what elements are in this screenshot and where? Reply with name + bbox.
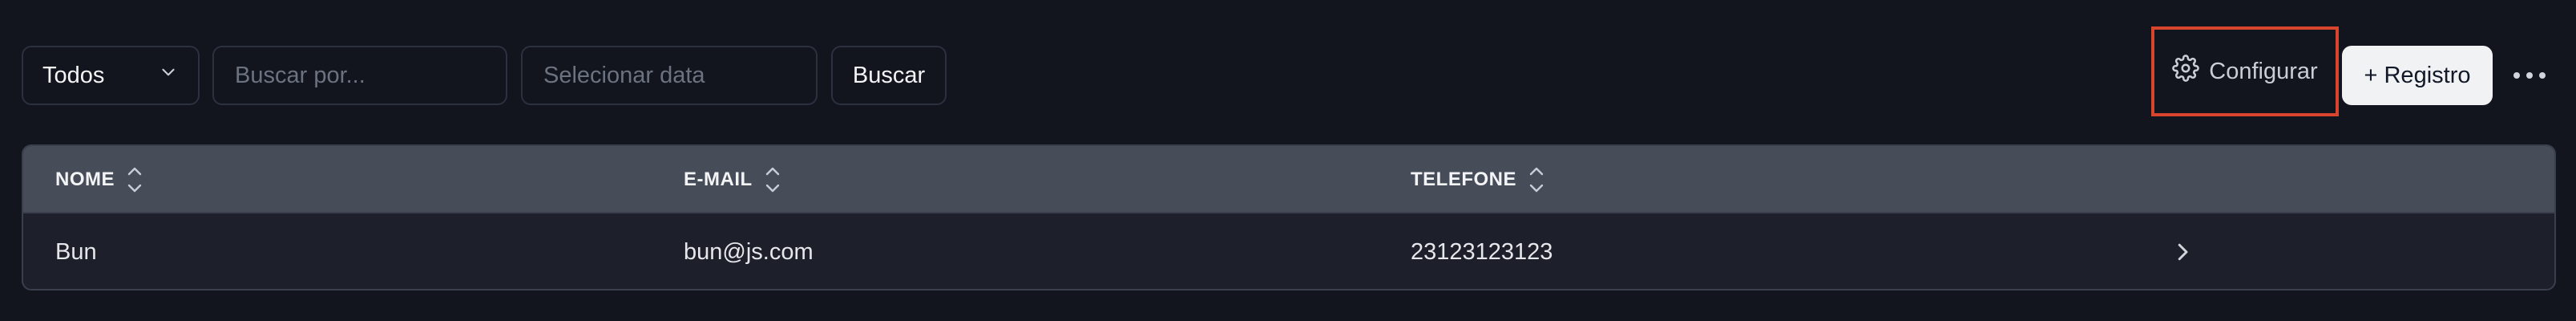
column-header-label: NOME (55, 169, 115, 190)
records-table: NOME E-MAIL TELEFONE Bun bun@js.com 2312… (22, 144, 2556, 291)
column-header-label: E-MAIL (684, 169, 753, 190)
date-picker[interactable]: Selecionar data (521, 46, 818, 105)
search-button[interactable]: Buscar (831, 46, 947, 105)
table-row[interactable]: Bun bun@js.com 23123123123 (23, 213, 2554, 289)
table-header: NOME E-MAIL TELEFONE (23, 146, 2554, 213)
more-horizontal-icon[interactable] (2509, 59, 2550, 91)
cell-nome: Bun (55, 238, 97, 265)
sort-icon (127, 167, 142, 193)
search-input-placeholder: Buscar por... (235, 62, 365, 88)
filter-select-value: Todos (42, 62, 105, 88)
filter-select[interactable]: Todos (22, 46, 200, 105)
configure-button[interactable]: Configurar (2151, 26, 2339, 116)
column-header-email[interactable]: E-MAIL (684, 146, 781, 213)
chevron-down-icon (158, 62, 179, 89)
gear-icon (2172, 55, 2200, 88)
toolbar: Todos Buscar por... Selecionar data Busc… (0, 0, 2576, 149)
column-header-nome[interactable]: NOME (55, 146, 143, 213)
date-picker-placeholder: Selecionar data (543, 62, 705, 88)
add-record-label: + Registro (2364, 62, 2471, 88)
cell-email: bun@js.com (684, 238, 814, 265)
column-header-telefone[interactable]: TELEFONE (1411, 146, 1545, 213)
cell-telefone: 23123123123 (1411, 238, 1553, 265)
add-record-button[interactable]: + Registro (2342, 46, 2493, 105)
column-header-label: TELEFONE (1411, 169, 1517, 190)
sort-icon (765, 167, 779, 193)
chevron-right-icon[interactable] (2168, 238, 2197, 266)
configure-label: Configurar (2209, 58, 2318, 84)
sort-icon (1529, 167, 1544, 193)
search-button-label: Buscar (852, 62, 926, 88)
search-input[interactable]: Buscar por... (212, 46, 507, 105)
